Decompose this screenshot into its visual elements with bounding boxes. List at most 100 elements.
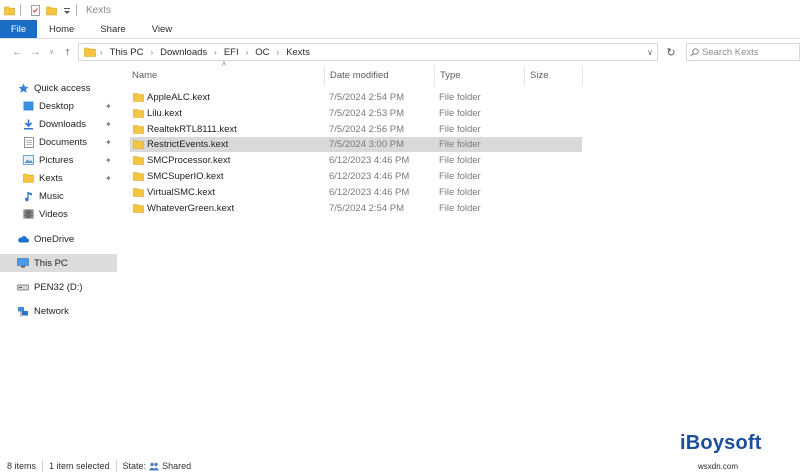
file-type: File folder xyxy=(439,124,481,135)
column-divider[interactable] xyxy=(324,66,325,86)
address-bar[interactable]: › This PC › Downloads › EFI › OC › Kexts… xyxy=(78,43,658,61)
table-row[interactable]: RestrictEvents.kext 7/5/2024 3:00 PM Fil… xyxy=(130,137,582,152)
sidebar-item-label: OneDrive xyxy=(34,233,75,245)
address-row: ← → ∨ ↑ › This PC › Downloads › EFI › OC… xyxy=(0,40,800,64)
sidebar-item-quick-access[interactable]: Quick access xyxy=(0,79,117,97)
search-icon xyxy=(690,47,699,57)
column-divider[interactable] xyxy=(582,66,583,86)
search-input[interactable]: Search Kexts xyxy=(702,47,759,58)
breadcrumb-oc[interactable]: OC xyxy=(252,47,272,58)
column-header-size[interactable]: Size xyxy=(530,64,548,86)
tab-file[interactable]: File xyxy=(0,20,37,38)
column-header-name[interactable]: Name xyxy=(132,64,157,86)
column-divider[interactable] xyxy=(524,66,525,86)
sidebar-item-label: Kexts xyxy=(39,172,63,184)
breadcrumb-kexts[interactable]: Kexts xyxy=(283,47,313,58)
pin-icon[interactable]: ✦ xyxy=(105,138,112,147)
table-row[interactable]: AppleALC.kext 7/5/2024 2:54 PM File fold… xyxy=(130,90,582,105)
sidebar-item-desktop[interactable]: Desktop ✦ xyxy=(0,97,117,115)
divider xyxy=(20,4,21,16)
table-row[interactable]: RealtekRTL8111.kext 7/5/2024 2:56 PM Fil… xyxy=(130,122,582,137)
sidebar-item-label: PEN32 (D:) xyxy=(34,281,83,293)
watermark-domain: wsxdn.com xyxy=(698,462,739,471)
table-row[interactable]: Lilu.kext 7/5/2024 2:53 PM File folder xyxy=(130,106,582,121)
file-type: File folder xyxy=(439,108,481,119)
breadcrumb-efi[interactable]: EFI xyxy=(221,47,242,58)
column-header-date-modified[interactable]: Date modified xyxy=(330,64,389,86)
sidebar-item-label: This PC xyxy=(34,257,68,269)
folder-icon xyxy=(133,156,144,165)
table-row[interactable]: SMCSuperIO.kext 6/12/2023 4:46 PM File f… xyxy=(130,169,582,184)
selection-count: 1 item selected xyxy=(49,461,110,471)
table-row[interactable]: VirtualSMC.kext 6/12/2023 4:46 PM File f… xyxy=(130,185,582,200)
table-row[interactable]: WhateverGreen.kext 7/5/2024 2:54 PM File… xyxy=(130,201,582,216)
folder-icon xyxy=(133,93,144,102)
chevron-down-icon[interactable]: ∨ xyxy=(647,48,653,57)
sort-ascending-icon: ∧ xyxy=(221,59,227,68)
sidebar-item-label: Desktop xyxy=(39,100,74,112)
file-name: AppleALC.kext xyxy=(147,92,210,103)
divider xyxy=(76,4,77,16)
sidebar-item-label: Downloads xyxy=(39,118,86,130)
file-type: File folder xyxy=(439,203,481,214)
back-button[interactable]: ← xyxy=(10,44,25,60)
sidebar-item-network[interactable]: Network xyxy=(0,302,117,320)
pin-icon[interactable]: ✦ xyxy=(105,102,112,111)
customize-toolbar-icon[interactable] xyxy=(63,5,71,16)
window-title: Kexts xyxy=(86,4,112,16)
sidebar-item-pen32[interactable]: PEN32 (D:) xyxy=(0,278,117,296)
folder-icon xyxy=(4,5,15,16)
pictures-icon xyxy=(23,155,34,166)
file-date: 7/5/2024 2:53 PM xyxy=(329,108,404,119)
file-name: SMCSuperIO.kext xyxy=(147,171,224,182)
search-box[interactable]: Search Kexts xyxy=(686,43,800,61)
breadcrumb-downloads[interactable]: Downloads xyxy=(157,47,210,58)
title-bar: Kexts xyxy=(0,0,800,20)
pin-icon[interactable]: ✦ xyxy=(105,120,112,129)
folder-icon xyxy=(133,125,144,134)
refresh-button[interactable]: ↻ xyxy=(662,43,680,61)
new-folder-icon[interactable] xyxy=(46,5,57,16)
divider xyxy=(115,460,117,472)
recent-locations-button[interactable]: ∨ xyxy=(44,44,59,60)
column-divider[interactable] xyxy=(434,66,435,86)
breadcrumb-chevron-icon: › xyxy=(245,47,249,57)
music-icon xyxy=(23,191,34,202)
pin-icon[interactable]: ✦ xyxy=(105,156,112,165)
folder-icon xyxy=(84,47,96,57)
column-header-type[interactable]: Type xyxy=(440,64,461,86)
file-name: RestrictEvents.kext xyxy=(147,139,229,150)
navigation-pane: Quick access Desktop ✦ Downloads ✦ Docum… xyxy=(0,64,117,456)
tab-view[interactable]: View xyxy=(139,20,185,38)
table-row[interactable]: SMCProcessor.kext 6/12/2023 4:46 PM File… xyxy=(130,153,582,168)
folder-icon xyxy=(133,172,144,181)
sidebar-item-videos[interactable]: Videos xyxy=(0,205,117,223)
folder-icon xyxy=(23,173,34,184)
cloud-icon xyxy=(17,234,29,245)
sidebar-item-kexts[interactable]: Kexts ✦ xyxy=(0,169,117,187)
computer-icon xyxy=(17,258,29,269)
properties-icon[interactable] xyxy=(30,4,41,16)
pin-icon[interactable]: ✦ xyxy=(105,174,112,183)
sidebar-item-music[interactable]: Music xyxy=(0,187,117,205)
sidebar-item-label: Pictures xyxy=(39,154,74,166)
breadcrumb-chevron-icon: › xyxy=(150,47,154,57)
folder-icon xyxy=(133,188,144,197)
state-value: Shared xyxy=(162,461,192,471)
file-name: Lilu.kext xyxy=(147,108,182,119)
tab-share[interactable]: Share xyxy=(87,20,138,38)
sidebar-item-pictures[interactable]: Pictures ✦ xyxy=(0,151,117,169)
forward-button[interactable]: → xyxy=(28,44,43,60)
state-label: State: xyxy=(122,461,147,471)
sidebar-item-onedrive[interactable]: OneDrive xyxy=(0,230,117,248)
sidebar-item-documents[interactable]: Documents ✦ xyxy=(0,133,117,151)
file-name: RealtekRTL8111.kext xyxy=(147,124,237,135)
tab-home[interactable]: Home xyxy=(37,20,87,38)
sidebar-item-downloads[interactable]: Downloads ✦ xyxy=(0,115,117,133)
up-button[interactable]: ↑ xyxy=(60,44,75,60)
breadcrumb-this-pc[interactable]: This PC xyxy=(107,47,147,58)
divider xyxy=(42,460,44,472)
file-date: 7/5/2024 2:56 PM xyxy=(329,124,404,135)
folder-icon xyxy=(133,140,144,149)
sidebar-item-this-pc[interactable]: This PC xyxy=(0,254,117,272)
